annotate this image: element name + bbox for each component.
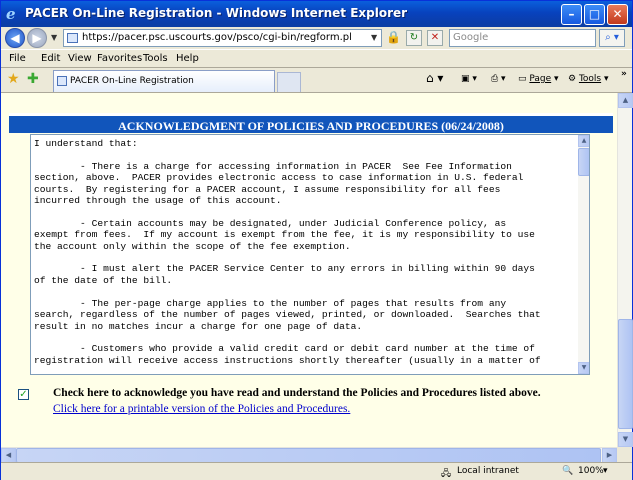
scroll-left-icon[interactable]: ◀ — [1, 448, 16, 463]
policy-scrollbar[interactable]: ▲ ▼ — [578, 135, 589, 374]
chevron-right-icon[interactable]: » — [621, 69, 627, 79]
browser-window: e PACER On-Line Registration - Windows I… — [0, 0, 633, 480]
status-bar: 🖧 Local intranet 🔍 100% ▾ — [1, 462, 632, 480]
tools-menu-label: Tools — [578, 74, 602, 84]
lock-icon[interactable]: 🔒 — [386, 31, 401, 44]
policy-scroll-down-icon[interactable]: ▼ — [578, 362, 589, 374]
policy-text: I understand that: - There is a charge f… — [34, 138, 541, 366]
hscroll-thumb[interactable] — [16, 448, 601, 463]
menu-help[interactable]: Help — [176, 53, 199, 64]
tab-page-icon — [57, 76, 67, 86]
tab-pacer-registration[interactable]: PACER On-Line Registration — [53, 70, 275, 92]
zoom-dropdown-icon[interactable]: ▾ — [603, 466, 608, 476]
scroll-corner — [617, 447, 632, 462]
window-title: PACER On-Line Registration - Windows Int… — [25, 6, 408, 20]
print-icon[interactable]: ⎙ ▾ — [491, 74, 506, 84]
back-button[interactable]: ◀ — [5, 28, 25, 48]
new-tab-button[interactable] — [277, 72, 301, 92]
refresh-button[interactable]: ↻ — [406, 30, 422, 46]
feeds-icon[interactable]: ▣ ▾ — [461, 74, 477, 84]
page-content: ACKNOWLEDGMENT OF POLICIES AND PROCEDURE… — [1, 93, 617, 447]
address-toolbar: ◀ ▶ ▼ https://pacer.psc.uscourts.gov/psc… — [1, 27, 632, 49]
address-url: https://pacer.psc.uscourts.gov/psco/cgi-… — [82, 32, 352, 43]
page-menu-label: Page — [529, 74, 552, 84]
page-icon — [67, 33, 78, 43]
address-dropdown-icon[interactable]: ▼ — [371, 33, 377, 42]
zoom-icon[interactable]: 🔍 — [562, 466, 573, 476]
ack-heading: ACKNOWLEDGMENT OF POLICIES AND PROCEDURE… — [9, 116, 613, 133]
menu-view[interactable]: View — [68, 53, 92, 64]
page-vertical-scrollbar[interactable]: ▲ ▼ — [617, 93, 633, 447]
scroll-up-icon[interactable]: ▲ — [618, 93, 633, 108]
policy-textarea[interactable]: I understand that: - There is a charge f… — [30, 134, 590, 375]
tools-menu[interactable]: ⚙ Tools ▾ — [568, 74, 609, 84]
security-zone: Local intranet — [457, 466, 519, 476]
menu-favorites[interactable]: Favorites — [97, 53, 142, 64]
scroll-down-icon[interactable]: ▼ — [618, 432, 633, 447]
minimize-button[interactable]: – — [561, 4, 582, 25]
history-dropdown-icon[interactable]: ▼ — [51, 33, 57, 42]
forward-button[interactable]: ▶ — [27, 28, 47, 48]
intranet-zone-icon: 🖧 — [441, 469, 452, 479]
close-button[interactable]: ✕ — [607, 4, 628, 25]
zoom-level[interactable]: 100% — [578, 466, 604, 476]
search-go-button[interactable]: ⌕ ▾ — [599, 29, 625, 47]
maximize-button[interactable]: □ — [584, 4, 605, 25]
scroll-right-icon[interactable]: ▶ — [602, 448, 617, 463]
address-field[interactable]: https://pacer.psc.uscourts.gov/psco/cgi-… — [63, 29, 382, 47]
home-icon[interactable]: ⌂ ▾ — [426, 71, 443, 85]
policy-scroll-thumb[interactable] — [578, 148, 589, 176]
acknowledge-label: Check here to acknowledge you have read … — [53, 387, 541, 399]
menu-bar: File Edit View Favorites Tools Help — [1, 49, 632, 68]
favorites-star-icon[interactable]: ★ — [7, 71, 20, 87]
scroll-thumb[interactable] — [618, 319, 633, 429]
menu-tools[interactable]: Tools — [143, 53, 168, 64]
tab-row: ★ ✚ PACER On-Line Registration ⌂ ▾ ▣ ▾ ⎙… — [1, 68, 632, 93]
acknowledge-checkbox[interactable]: ✓ — [18, 389, 29, 400]
policy-scroll-up-icon[interactable]: ▲ — [578, 135, 589, 147]
menu-file[interactable]: File — [9, 53, 26, 64]
search-input[interactable]: Google — [449, 29, 596, 47]
printable-policy-link[interactable]: Click here for a printable version of th… — [53, 403, 350, 415]
ie-logo-icon: e — [6, 5, 16, 23]
add-favorites-icon[interactable]: ✚ — [27, 71, 39, 87]
tab-label: PACER On-Line Registration — [70, 76, 194, 86]
stop-button[interactable]: ✕ — [427, 30, 443, 46]
page-menu[interactable]: ▭ Page ▾ — [518, 74, 559, 84]
page-horizontal-scrollbar[interactable]: ◀ ▶ — [1, 447, 617, 463]
menu-edit[interactable]: Edit — [41, 53, 60, 64]
title-bar[interactable]: e PACER On-Line Registration - Windows I… — [1, 1, 632, 27]
